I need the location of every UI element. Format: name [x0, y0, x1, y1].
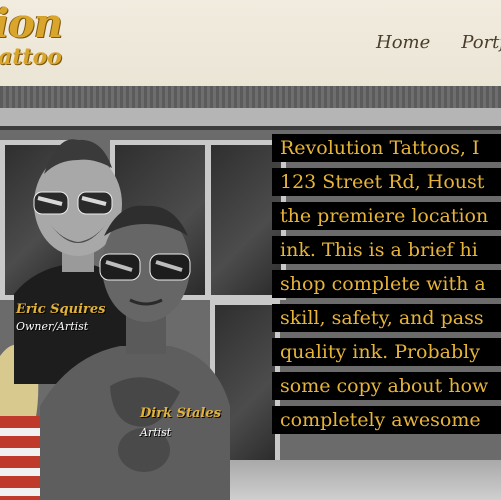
intro-text-line: Revolution Tattoos, I: [272, 134, 501, 162]
intro-text-line: some copy about how: [272, 372, 501, 400]
storefront-fascia: [0, 108, 501, 130]
intro-text-line: completely awesome: [272, 406, 501, 434]
nav-item-home[interactable]: Home: [376, 32, 430, 53]
intro-text-line: quality ink. Probably: [272, 338, 501, 366]
artist-name-eric[interactable]: Eric Squires: [16, 302, 105, 317]
intro-text-line: ink. This is a brief hi: [272, 236, 501, 264]
intro-text-line: skill, safety, and pass: [272, 304, 501, 332]
hero-banner: Eric Squires Owner/Artist Dirk Stales Ar…: [0, 86, 501, 500]
nav-item-portfolio[interactable]: Portf: [461, 32, 501, 53]
storefront-roof: [0, 86, 501, 108]
site-header: ion attoo Home Portf: [0, 0, 501, 86]
intro-text-line: shop complete with a: [272, 270, 501, 298]
artist-photo-dirk: [40, 205, 230, 500]
intro-text-line: 123 Street Rd, Houst: [272, 168, 501, 196]
main-nav: Home Portf: [376, 32, 501, 53]
site-logo-subtitle[interactable]: attoo: [0, 44, 62, 70]
artist-role-eric: Owner/Artist: [16, 320, 89, 333]
artist-role-dirk: Artist: [140, 426, 172, 439]
intro-text-line: the premiere location: [272, 202, 501, 230]
intro-text: Revolution Tattoos, I 123 Street Rd, Hou…: [272, 134, 501, 440]
site-logo[interactable]: ion: [0, 0, 63, 47]
artist-name-dirk[interactable]: Dirk Stales: [140, 406, 221, 421]
